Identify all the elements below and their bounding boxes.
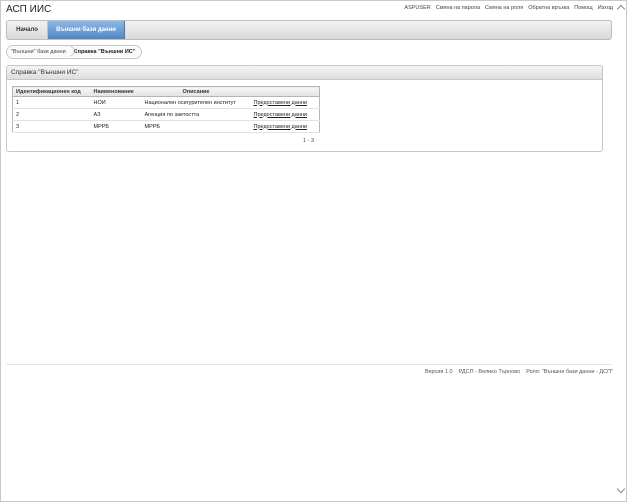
cell-description: МРРБ [141, 120, 251, 133]
footer-office: РДСП - Велико Търново [458, 369, 521, 375]
nav-tab-home[interactable]: Начало [7, 21, 48, 39]
footer-divider [6, 364, 612, 365]
provided-data-link[interactable]: Предоставени данни [254, 100, 307, 106]
panel-title: Справка "Външни ИС" [7, 66, 602, 80]
cell-action: Предоставени данни [250, 120, 320, 133]
external-systems-table: Идентификационен код Наименование Описан… [12, 86, 320, 133]
breadcrumb-current: Справка "Външни ИС" [73, 49, 136, 55]
table-row: 1 НОИ Национален осигурителен институт П… [12, 96, 320, 109]
top-links: ASPUSER Смяна на парола Смяна на роля Об… [404, 5, 613, 11]
nav-tab-external-databases[interactable]: Външни бази данни [48, 21, 125, 39]
breadcrumb-external-databases[interactable]: "Външни" бази данни [11, 49, 66, 55]
provided-data-link[interactable]: Предоставени данни [254, 112, 307, 118]
breadcrumb-separator-icon [66, 45, 74, 59]
logout-link[interactable]: Изход [598, 5, 613, 11]
cell-name: МРРБ [90, 120, 142, 133]
pager-range: 1 - 3 [303, 138, 315, 144]
help-link[interactable]: Помощ [574, 5, 592, 11]
column-header-description[interactable]: Описание [141, 86, 251, 97]
app-title: АСП ИИС [6, 4, 52, 15]
report-panel: Справка "Външни ИС" Идентификационен код… [6, 65, 603, 152]
cell-name: АЗ [90, 108, 142, 121]
provided-data-link[interactable]: Предоставени данни [254, 124, 307, 130]
column-header-name[interactable]: Наименование [90, 86, 142, 97]
cell-id: 3 [12, 120, 91, 133]
footer-role: Роля: "Външни бази данни - ДСП" [526, 369, 613, 375]
cell-action: Предоставени данни [250, 108, 320, 121]
user-link[interactable]: ASPUSER [404, 5, 430, 11]
cell-action: Предоставени данни [250, 96, 320, 109]
change-password-link[interactable]: Смяна на парола [436, 5, 480, 11]
table-row: 2 АЗ Агенция по заетостта Предоставени д… [12, 108, 320, 121]
main-nav: Начало Външни бази данни [6, 20, 612, 40]
footer: Версия 1.0 РДСП - Велико Търново Роля: "… [425, 369, 613, 375]
column-header-actions [250, 86, 320, 97]
breadcrumb: "Външни" бази данни Справка "Външни ИС" [6, 45, 143, 59]
table-header-row: Идентификационен код Наименование Описан… [12, 86, 320, 97]
cell-id: 1 [12, 96, 91, 109]
cell-id: 2 [12, 108, 91, 121]
cell-name: НОИ [90, 96, 142, 109]
feedback-link[interactable]: Обратна връзка [528, 5, 569, 11]
cell-description: Агенция по заетостта [141, 108, 251, 121]
column-header-id[interactable]: Идентификационен код [12, 86, 91, 97]
table-row: 3 МРРБ МРРБ Предоставени данни [12, 120, 320, 133]
footer-version: Версия 1.0 [424, 369, 453, 375]
change-role-link[interactable]: Смяна на роля [485, 5, 523, 11]
cell-description: Национален осигурителен институт [141, 96, 251, 109]
